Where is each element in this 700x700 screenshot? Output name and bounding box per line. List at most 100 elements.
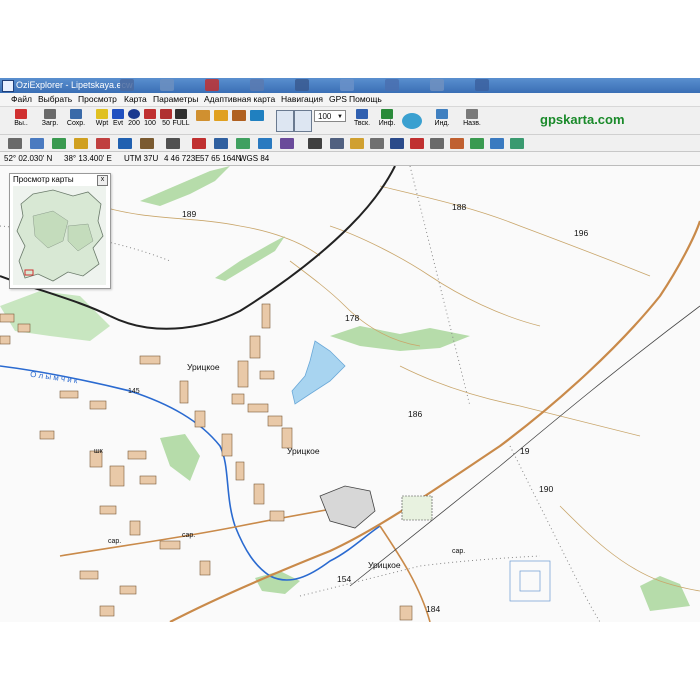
track-label: Твск. [353, 120, 371, 127]
ozi-window: OziExplorer - Lipetskaya.ecw Файл Выбрат… [0, 78, 700, 622]
elevation-label: 190 [539, 484, 554, 494]
tool-icon[interactable] [74, 138, 88, 149]
route-icon[interactable] [214, 110, 228, 121]
save-label: Сохр. [66, 120, 86, 127]
chart-icon[interactable] [450, 138, 464, 149]
datum-readout: WGS 84 [239, 154, 270, 163]
desktop-icon [205, 79, 219, 91]
menu-view[interactable]: Просмотр [78, 94, 117, 104]
zoom-icon [128, 109, 140, 119]
tool-icon[interactable] [350, 138, 364, 149]
menu-settings[interactable]: Параметры [153, 94, 198, 104]
track-icon[interactable] [196, 110, 210, 121]
tool-icon[interactable] [140, 138, 154, 149]
zoom-200-button[interactable]: 200 [126, 109, 142, 132]
building [267, 415, 283, 427]
info-label: Инф. [378, 120, 396, 127]
overview-map[interactable] [13, 186, 106, 285]
menu-adaptive-map[interactable]: Адаптивная карта [204, 94, 275, 104]
tool-icon[interactable] [280, 138, 294, 149]
desktop-icon [120, 79, 134, 91]
tool-icon[interactable] [236, 138, 250, 149]
menu-map[interactable]: Карта [124, 94, 147, 104]
load-button[interactable]: Загр. [38, 109, 62, 132]
building [199, 560, 211, 576]
zoom-value: 100 [318, 112, 332, 121]
dirt-track [299, 555, 541, 597]
elevation-label: 154 [337, 574, 352, 584]
pan-button[interactable] [294, 110, 312, 132]
tool-icon[interactable] [430, 138, 444, 149]
compass-icon[interactable] [250, 110, 264, 121]
tool-icon[interactable] [192, 138, 206, 149]
load-icon [44, 109, 56, 119]
railway [109, 166, 396, 330]
tool-icon[interactable] [118, 138, 132, 149]
tool-icon[interactable] [410, 138, 424, 149]
building [139, 475, 157, 485]
contour-line [329, 225, 541, 327]
building [109, 465, 125, 487]
exit-button[interactable]: Вы.. [10, 109, 32, 132]
tool-icon[interactable] [370, 138, 384, 149]
tool-icon[interactable] [8, 138, 22, 149]
zoom-select[interactable]: 100 ▼ [314, 110, 346, 122]
waypoint-button[interactable]: Wpt [94, 109, 110, 132]
tool-icon[interactable] [490, 138, 504, 149]
status-bar: 52° 02.030' N 38° 13.400' E UTM 37U 4 46… [0, 152, 700, 166]
desktop-icon [475, 79, 489, 91]
contour-line [559, 505, 700, 592]
magnifier-button[interactable] [276, 110, 294, 132]
tool-icon[interactable] [214, 138, 228, 149]
menu-select[interactable]: Выбрать [38, 94, 72, 104]
desktop-icon [160, 79, 174, 91]
track-icon [356, 109, 368, 119]
elevation-label: 189 [182, 209, 197, 219]
close-icon[interactable]: x [97, 175, 108, 186]
northing-readout: 57 65 164N [200, 154, 242, 163]
menu-file[interactable]: Файл [11, 94, 32, 104]
anchor-icon[interactable] [390, 138, 404, 149]
building [231, 393, 245, 405]
move-arrows-icon[interactable] [402, 113, 422, 129]
forest-area [330, 326, 470, 351]
desktop-icon [385, 79, 399, 91]
name-button[interactable]: Назв. [460, 109, 484, 132]
tool-icon[interactable] [96, 138, 110, 149]
building [237, 360, 249, 388]
tool-icon[interactable] [330, 138, 344, 149]
menu-help[interactable]: Помощь [349, 94, 382, 104]
building [127, 450, 147, 460]
menu-gps[interactable]: GPS [329, 94, 347, 104]
main-road [169, 220, 700, 622]
contour-line [99, 205, 321, 257]
zoom-icon [144, 109, 156, 119]
info-button[interactable]: Инф. [376, 109, 398, 132]
forest-area [215, 236, 285, 281]
zoom-100-button[interactable]: 100 [142, 109, 158, 132]
grid-icon[interactable] [232, 110, 246, 121]
tool-icon[interactable] [470, 138, 484, 149]
index-button[interactable]: Инд. [432, 109, 452, 132]
tool-icon[interactable] [166, 138, 180, 149]
tool-icon[interactable] [258, 138, 272, 149]
track-button[interactable]: Твск. [350, 109, 374, 132]
latitude-readout: 52° 02.030' N [4, 154, 53, 163]
map-overview-panel[interactable]: Просмотр карты x [9, 173, 111, 289]
tool-icon[interactable] [510, 138, 524, 149]
menu-navigation[interactable]: Навигация [281, 94, 323, 104]
desktop-icon [340, 79, 354, 91]
overview-title: Просмотр карты [13, 175, 74, 184]
tool-icon[interactable] [308, 138, 322, 149]
building [399, 605, 413, 621]
save-button[interactable]: Сохр. [64, 109, 88, 132]
building [159, 540, 181, 550]
tool-icon[interactable] [52, 138, 66, 149]
building [261, 303, 271, 329]
zoom-full-button[interactable]: FULL [172, 109, 190, 132]
building [39, 430, 55, 440]
desktop-icon [295, 79, 309, 91]
event-button[interactable]: Evt [110, 109, 126, 132]
easting-readout: 4 46 723E [164, 154, 201, 163]
tool-icon[interactable] [30, 138, 44, 149]
